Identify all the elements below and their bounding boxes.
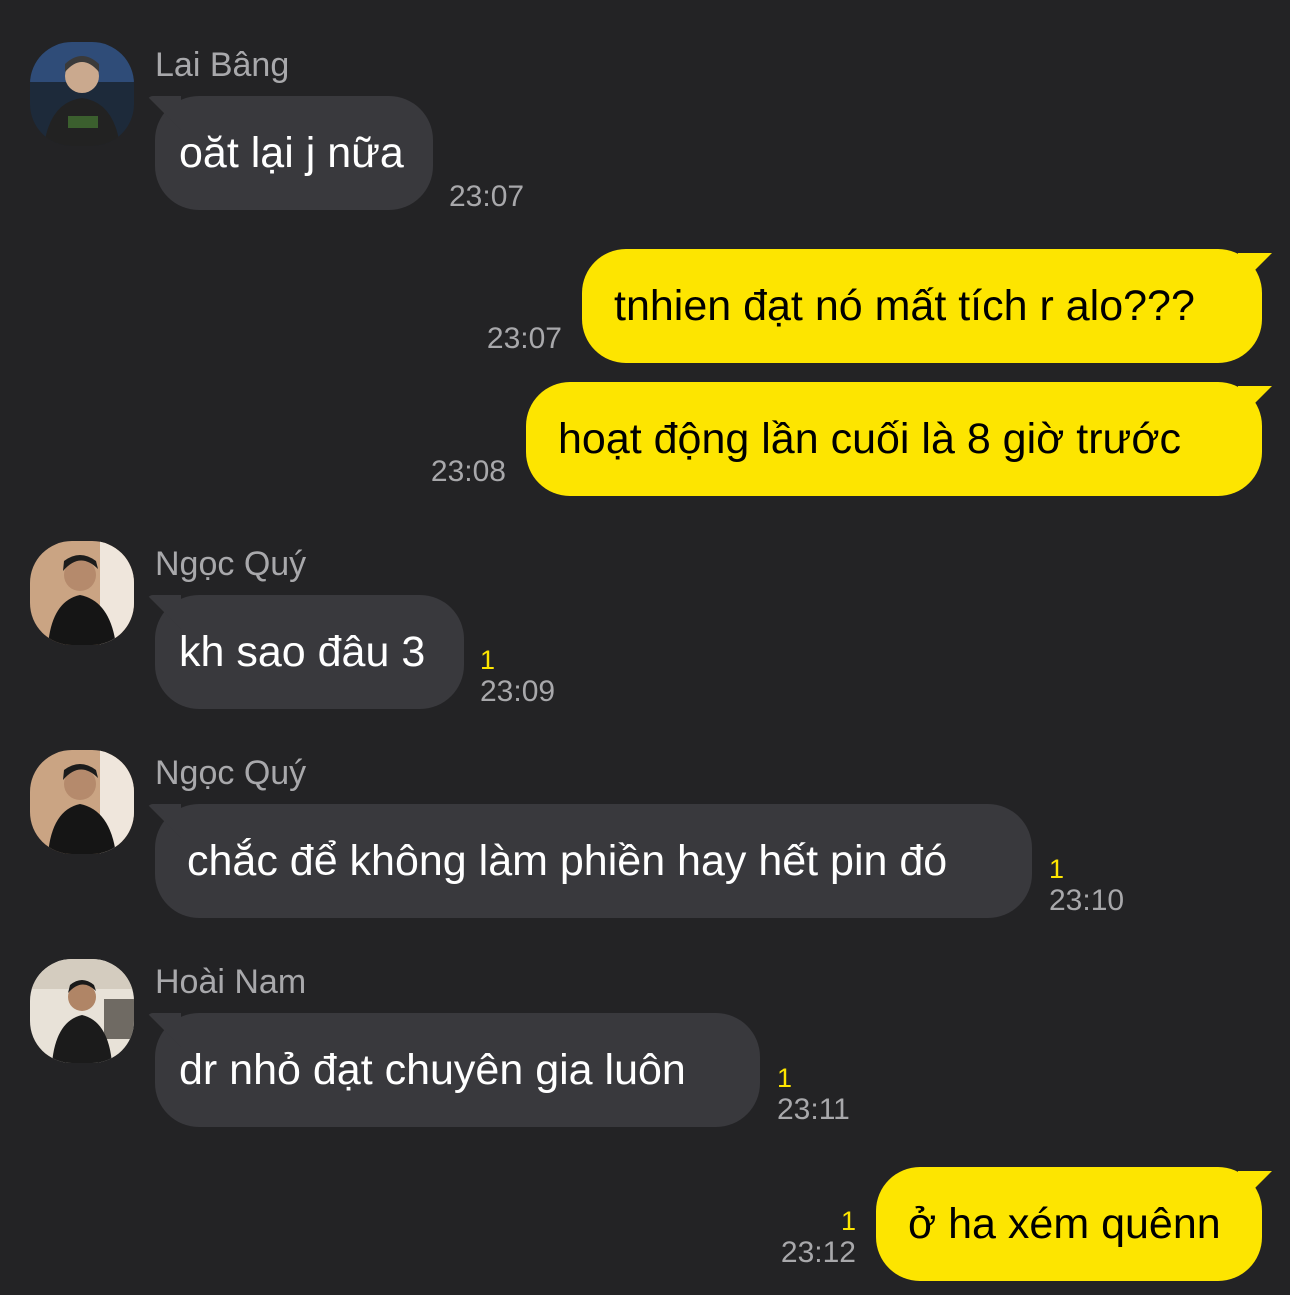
- message-time: 23:10: [1049, 884, 1125, 917]
- avatar-ngoc-quy[interactable]: [30, 750, 134, 854]
- message-meta: 1 23:09: [480, 644, 555, 708]
- message-bubble[interactable]: tnhien đạt nó mất tích r alo???: [582, 249, 1262, 363]
- message-bubble[interactable]: ở ha xém quênn: [876, 1167, 1262, 1281]
- message-text: oăt lại j nữa: [179, 128, 404, 177]
- sender-name: Lai Bâng: [155, 46, 290, 84]
- avatar-image: [30, 541, 134, 645]
- sender-name: Ngọc Quý: [155, 754, 307, 792]
- message-text: kh sao đâu 3: [179, 627, 426, 676]
- message-meta: 1 23:11: [777, 1062, 850, 1126]
- message-bubble[interactable]: dr nhỏ đạt chuyên gia luôn: [155, 1013, 760, 1127]
- avatar-image: [30, 959, 134, 1063]
- message-text: hoạt động lần cuối là 8 giờ trước: [558, 414, 1182, 463]
- message-text: tnhien đạt nó mất tích r alo???: [614, 281, 1195, 330]
- avatar-ngoc-quy[interactable]: [30, 541, 134, 645]
- message-meta: 1 23:12: [760, 1205, 856, 1269]
- message-time: 23:07: [486, 322, 562, 355]
- message-text: chắc để không làm phiền hay hết pin đó: [187, 836, 948, 885]
- message-bubble[interactable]: oăt lại j nữa: [155, 96, 433, 210]
- message-meta: 1 23:10: [1049, 853, 1124, 917]
- unread-count: 1: [480, 645, 496, 675]
- unread-count: 1: [1049, 854, 1065, 884]
- message-bubble[interactable]: chắc để không làm phiền hay hết pin đó: [155, 804, 1032, 918]
- unread-count: 1: [840, 1206, 856, 1236]
- chat-thread: Lai Bâng oăt lại j nữa 23:07 23:07 tnhie…: [0, 0, 1290, 1295]
- message-meta: 23:07: [470, 323, 562, 355]
- message-time: 23:07: [449, 180, 525, 213]
- message-text: ở ha xém quênn: [908, 1199, 1221, 1248]
- message-meta: 23:07: [449, 181, 524, 213]
- message-time: 23:09: [480, 675, 556, 708]
- unread-count: 1: [777, 1063, 793, 1093]
- message-time: 23:12: [780, 1236, 856, 1269]
- message-bubble[interactable]: hoạt động lần cuối là 8 giờ trước: [526, 382, 1262, 496]
- avatar-image: [30, 42, 134, 146]
- sender-name: Ngọc Quý: [155, 545, 307, 583]
- message-time: 23:08: [430, 455, 506, 488]
- avatar-hoai-nam[interactable]: [30, 959, 134, 1063]
- message-time: 23:11: [777, 1093, 850, 1126]
- sender-name: Hoài Nam: [155, 963, 307, 1001]
- avatar-image: [30, 750, 134, 854]
- avatar-lai-bang[interactable]: [30, 42, 134, 146]
- message-text: dr nhỏ đạt chuyên gia luôn: [179, 1045, 686, 1094]
- message-bubble[interactable]: kh sao đâu 3: [155, 595, 464, 709]
- message-meta: 23:08: [412, 456, 506, 488]
